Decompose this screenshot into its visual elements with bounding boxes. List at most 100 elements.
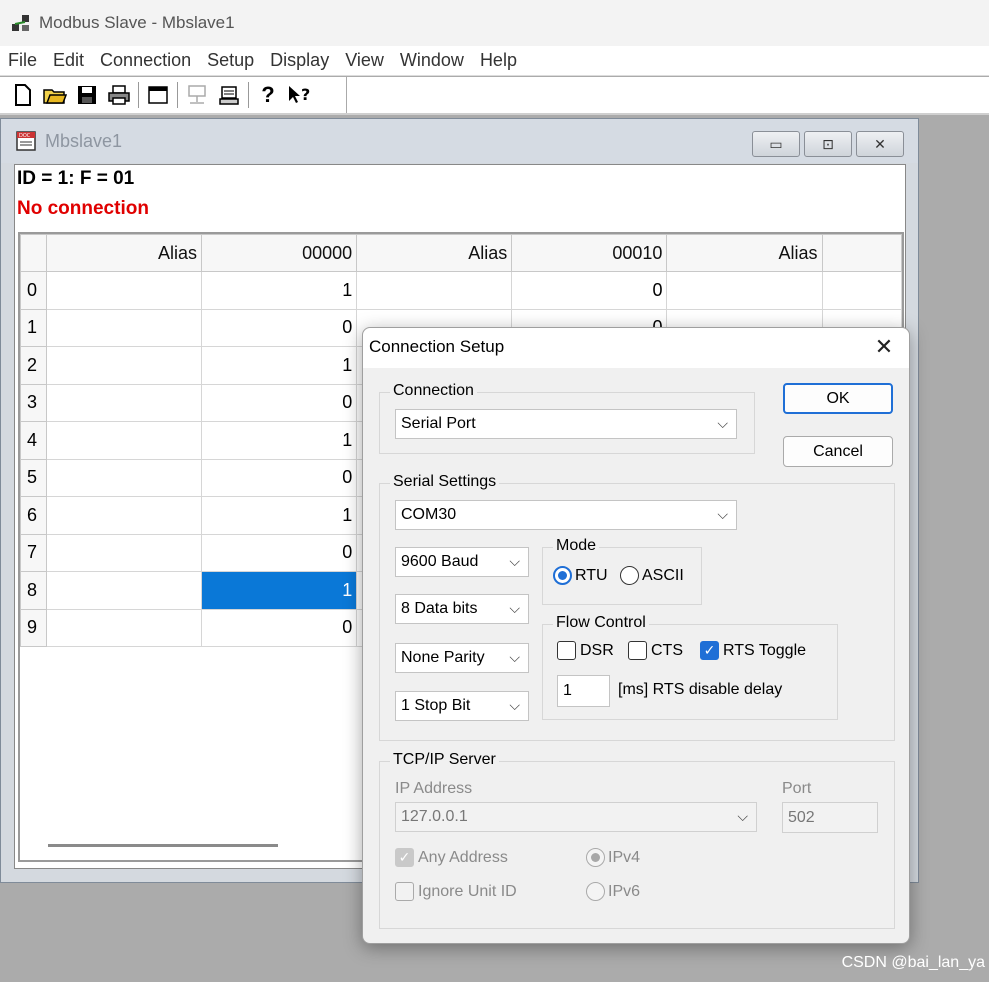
- any-address-checkbox[interactable]: ✓ Any Address: [395, 848, 508, 867]
- stop-bits-select[interactable]: 1 Stop Bit ⌵: [395, 691, 529, 721]
- alias-cell[interactable]: [356, 271, 513, 310]
- dialog-title: Connection Setup: [369, 337, 505, 356]
- cts-checkbox[interactable]: CTS: [628, 641, 683, 660]
- alias-cell[interactable]: [666, 271, 823, 310]
- alias-cell[interactable]: [45, 458, 203, 497]
- mode-ascii-label: ASCII: [642, 566, 684, 584]
- ip-address-select[interactable]: 127.0.0.1 ⌵: [395, 802, 757, 832]
- value-cell[interactable]: 1: [201, 421, 358, 460]
- alias-cell[interactable]: [45, 496, 203, 535]
- document-icon: DOC: [15, 130, 37, 152]
- disconnect-icon[interactable]: [181, 79, 213, 111]
- value-cell[interactable]: 0: [201, 608, 358, 647]
- open-folder-icon[interactable]: [39, 79, 71, 111]
- data-bits-select[interactable]: 8 Data bits ⌵: [395, 594, 529, 624]
- ipv4-radio[interactable]: IPv4: [586, 848, 640, 867]
- value-cell[interactable]: 1: [201, 271, 358, 310]
- connection-type-select[interactable]: Serial Port ⌵: [395, 409, 737, 439]
- menu-edit[interactable]: Edit: [45, 50, 92, 71]
- menu-display[interactable]: Display: [262, 50, 337, 71]
- ipv6-radio[interactable]: IPv6: [586, 882, 640, 901]
- maximize-button[interactable]: ⊡: [804, 131, 852, 157]
- row-header[interactable]: 1: [20, 308, 47, 347]
- watermark: CSDN @bai_lan_ya: [841, 954, 985, 971]
- rts-delay-label: [ms] RTS disable delay: [618, 681, 783, 698]
- value-cell[interactable]: 0: [201, 533, 358, 572]
- connect-icon[interactable]: [213, 79, 245, 111]
- alias-cell[interactable]: [45, 308, 203, 347]
- ignore-unit-id-checkbox[interactable]: Ignore Unit ID: [395, 882, 517, 901]
- cancel-button[interactable]: Cancel: [783, 436, 893, 467]
- value-cell[interactable]: 0: [201, 383, 358, 422]
- flow-control-group: Flow Control DSR CTS ✓ RTS Toggle 1 [ms]…: [542, 614, 838, 720]
- new-file-icon[interactable]: [7, 79, 39, 111]
- menu-window[interactable]: Window: [392, 50, 472, 71]
- toolbar-separator: [177, 82, 178, 108]
- column-header[interactable]: Alias: [666, 234, 823, 272]
- column-header: [821, 234, 902, 272]
- column-header[interactable]: Alias: [356, 234, 513, 272]
- table-row[interactable]: 0 1 0: [20, 271, 902, 310]
- alias-cell[interactable]: [45, 383, 203, 422]
- value-cell[interactable]: 0: [201, 308, 358, 347]
- row-header[interactable]: 8: [20, 571, 47, 610]
- ip-address-label: IP Address: [395, 780, 473, 797]
- alias-cell[interactable]: [45, 571, 203, 610]
- app-title-bar: Modbus Slave - Mbslave1: [0, 0, 989, 46]
- rts-toggle-checkbox[interactable]: ✓ RTS Toggle: [700, 641, 806, 660]
- alias-cell[interactable]: [45, 421, 203, 460]
- alias-cell[interactable]: [45, 608, 203, 647]
- value-cell[interactable]: 1: [201, 571, 358, 610]
- mbslave-window-title: Mbslave1: [45, 130, 123, 151]
- port-input[interactable]: 502: [782, 802, 878, 833]
- toolbar-separator: [248, 82, 249, 108]
- alias-cell[interactable]: [45, 533, 203, 572]
- value-cell[interactable]: 1: [201, 496, 358, 535]
- row-header[interactable]: 3: [20, 383, 47, 422]
- print-icon[interactable]: [103, 79, 135, 111]
- dsr-checkbox[interactable]: DSR: [557, 641, 614, 660]
- alias-cell[interactable]: [45, 346, 203, 385]
- value-cell[interactable]: 1: [201, 346, 358, 385]
- value-cell[interactable]: 0: [201, 458, 358, 497]
- row-header[interactable]: 2: [20, 346, 47, 385]
- window-icon[interactable]: [142, 79, 174, 111]
- column-header[interactable]: 00000: [201, 234, 358, 272]
- close-window-button[interactable]: ✕: [856, 131, 904, 157]
- row-header[interactable]: 7: [20, 533, 47, 572]
- mode-rtu-radio[interactable]: RTU: [553, 566, 608, 585]
- row-header[interactable]: 4: [20, 421, 47, 460]
- rts-delay-input[interactable]: 1: [557, 675, 610, 707]
- row-header[interactable]: 9: [20, 608, 47, 647]
- menu-view[interactable]: View: [337, 50, 392, 71]
- checkbox-checked-icon: ✓: [700, 641, 719, 660]
- help-icon[interactable]: ?: [252, 79, 284, 111]
- ok-button[interactable]: OK: [783, 383, 893, 414]
- menu-connection[interactable]: Connection: [92, 50, 199, 71]
- horizontal-scrollbar[interactable]: [48, 844, 278, 847]
- ipv4-label: IPv4: [608, 848, 641, 866]
- column-header[interactable]: Alias: [45, 234, 203, 272]
- row-header[interactable]: 0: [20, 271, 47, 310]
- dialog-close-button[interactable]: ✕: [869, 332, 899, 362]
- baud-rate-select[interactable]: 9600 Baud ⌵: [395, 547, 529, 577]
- cts-label: CTS: [651, 641, 683, 659]
- mode-ascii-radio[interactable]: ASCII: [620, 566, 684, 585]
- menu-help[interactable]: Help: [472, 50, 525, 71]
- menu-setup[interactable]: Setup: [199, 50, 262, 71]
- row-header[interactable]: 5: [20, 458, 47, 497]
- com-port-select[interactable]: COM30 ⌵: [395, 500, 737, 530]
- menu-file[interactable]: File: [0, 50, 45, 71]
- row-header[interactable]: 6: [20, 496, 47, 535]
- minimize-button[interactable]: ▭: [752, 131, 800, 157]
- parity-select[interactable]: None Parity ⌵: [395, 643, 529, 673]
- connection-status: No connection: [17, 198, 149, 219]
- context-help-icon[interactable]: ?: [284, 79, 316, 111]
- value-cell[interactable]: 0: [511, 271, 668, 310]
- stop-bits-value: 1 Stop Bit: [401, 697, 471, 714]
- chevron-down-icon: ⌵: [737, 808, 748, 824]
- save-disk-icon[interactable]: [71, 79, 103, 111]
- column-header[interactable]: 00010: [511, 234, 668, 272]
- alias-cell[interactable]: [45, 271, 203, 310]
- empty-cell[interactable]: [821, 271, 902, 310]
